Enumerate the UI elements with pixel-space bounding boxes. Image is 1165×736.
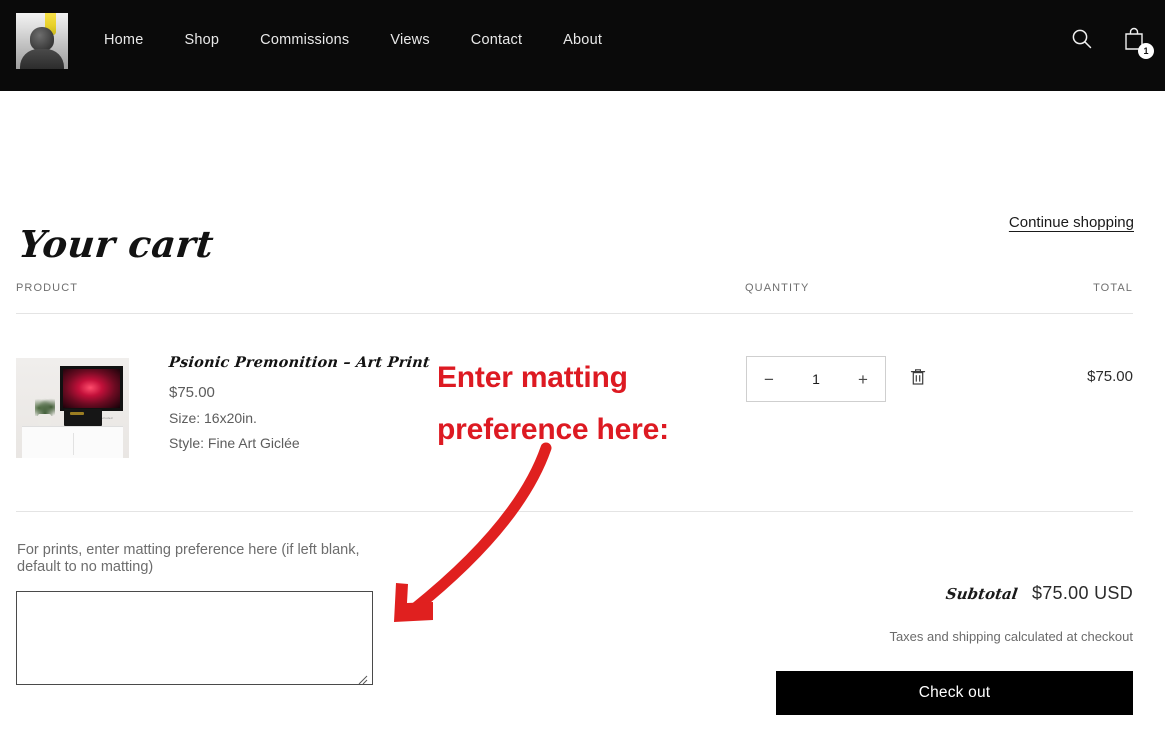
- nav-item-views[interactable]: Views: [390, 30, 429, 50]
- quantity-decrease-button[interactable]: −: [764, 371, 774, 388]
- checkout-button[interactable]: Check out: [776, 671, 1133, 715]
- quantity-increase-button[interactable]: +: [858, 371, 868, 388]
- product-option-size: Size: 16x20in.: [169, 410, 257, 426]
- continue-shopping-link[interactable]: Continue shopping: [1009, 214, 1134, 231]
- subtotal-row: Subtotal $75.00 USD: [945, 583, 1133, 604]
- tax-shipping-note: Taxes and shipping calculated at checkou…: [889, 629, 1133, 644]
- header-actions: 1: [1069, 26, 1154, 59]
- order-note-label: For prints, enter matting preference her…: [17, 542, 360, 575]
- column-header-quantity: QUANTITY: [745, 282, 810, 294]
- page-title: Your cart: [16, 221, 217, 266]
- cart-table-header: PRODUCT QUANTITY TOTAL: [16, 282, 1133, 297]
- nav-item-shop[interactable]: Shop: [184, 30, 219, 50]
- column-header-total: TOTAL: [1093, 282, 1133, 294]
- thumbnail-picture-frame: [60, 366, 123, 411]
- product-unit-price: $75.00: [169, 384, 215, 401]
- subtotal-label: Subtotal: [945, 585, 1020, 603]
- line-item-total: $75.00: [1087, 368, 1133, 385]
- cart-count-badge: 1: [1138, 43, 1154, 59]
- thumbnail-plant: [35, 396, 55, 416]
- product-details: Psionic Premonition – Art Print $75.00 S…: [168, 354, 439, 451]
- nav-item-contact[interactable]: Contact: [471, 30, 522, 50]
- annotation-text-line-1: Enter matting: [437, 361, 628, 394]
- product-thumbnail[interactable]: *Frame not included: [16, 358, 129, 458]
- nav-item-about[interactable]: About: [563, 30, 602, 50]
- subtotal-value: $75.00 USD: [1031, 583, 1133, 603]
- cart-page: Home Shop Commissions Views Contact Abou…: [0, 0, 1165, 736]
- thumbnail-artwork: [63, 369, 120, 408]
- site-header: Home Shop Commissions Views Contact Abou…: [0, 0, 1165, 91]
- order-note-textarea[interactable]: [16, 591, 373, 685]
- divider-bottom: [16, 511, 1133, 512]
- thumbnail-speaker: [64, 409, 102, 426]
- product-title-link[interactable]: Psionic Premonition – Art Print: [168, 354, 431, 371]
- thumbnail-plant-pot: [38, 414, 51, 426]
- logo-portrait-image: [16, 13, 68, 69]
- annotation-text-line-2: preference here:: [437, 413, 669, 446]
- main-navigation: Home Shop Commissions Views Contact Abou…: [104, 30, 602, 50]
- divider-top: [16, 313, 1133, 314]
- logo-head-shape: [30, 27, 54, 51]
- thumbnail-sideboard: [22, 426, 123, 458]
- search-icon[interactable]: [1069, 26, 1095, 56]
- annotation-arrow-icon: [394, 442, 552, 622]
- quantity-stepper: − 1 +: [746, 356, 886, 402]
- shopping-bag-icon[interactable]: 1: [1121, 26, 1154, 59]
- trash-icon[interactable]: [909, 367, 927, 387]
- annotation-text: Enter matting preference here:: [437, 352, 757, 456]
- logo-body-shape: [20, 49, 64, 69]
- nav-item-home[interactable]: Home: [104, 30, 143, 50]
- product-option-style: Style: Fine Art Giclée: [169, 435, 300, 451]
- column-header-product: PRODUCT: [16, 282, 79, 294]
- quantity-input[interactable]: 1: [812, 371, 820, 387]
- site-logo[interactable]: [16, 13, 68, 69]
- quantity-stepper-box: − 1 +: [746, 356, 886, 402]
- nav-item-commissions[interactable]: Commissions: [260, 30, 349, 50]
